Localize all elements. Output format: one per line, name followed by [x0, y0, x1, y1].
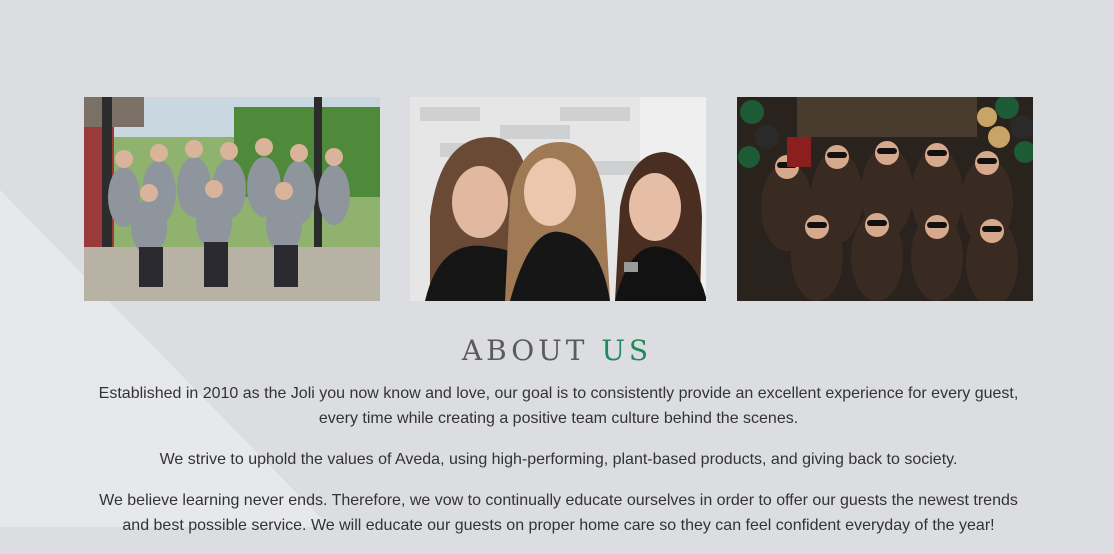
about-title-accent-word: US — [601, 334, 653, 367]
about-paragraph-values: We strive to uphold the values of Aveda,… — [159, 451, 958, 468]
about-paragraph-history: Established in 2010 as the Joli you now … — [98, 385, 1019, 427]
about-title-word: ABOUT — [461, 334, 589, 367]
team-outdoor-photo — [84, 97, 380, 301]
about-us-heading: ABOUT US — [0, 334, 1114, 368]
masquerade-party-photo — [737, 97, 1033, 301]
photo-gallery — [84, 97, 1033, 301]
stylists-laughing-photo — [410, 97, 706, 301]
about-paragraph-education: We believe learning never ends. Therefor… — [99, 492, 1018, 534]
about-us-text: Established in 2010 as the Joli you now … — [84, 381, 1033, 554]
